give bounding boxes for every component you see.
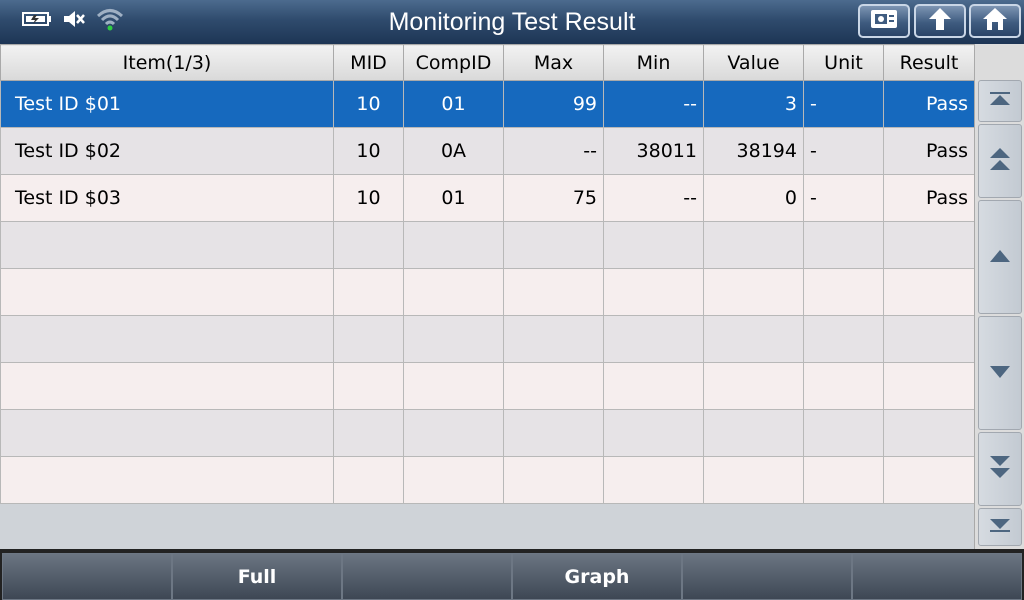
table-row[interactable]: Test ID $02 10 0A -- 38011 38194 - Pass <box>0 127 975 175</box>
scroll-bottom-icon <box>988 517 1012 537</box>
col-header-value[interactable]: Value <box>703 44 804 81</box>
cell-item: Test ID $02 <box>0 127 334 175</box>
cell-max: 75 <box>503 174 604 222</box>
empty-row <box>0 409 975 457</box>
graph-button[interactable]: Graph <box>512 553 682 600</box>
cell-min: -- <box>603 80 704 128</box>
empty-row <box>0 221 975 269</box>
double-up-icon <box>988 146 1012 176</box>
cell-mid: 10 <box>333 80 404 128</box>
cell-result: Pass <box>883 127 975 175</box>
results-table: Item(1/3) MID CompID Max Min Value Unit … <box>0 44 975 549</box>
cell-item: Test ID $03 <box>0 174 334 222</box>
empty-row <box>0 315 975 363</box>
empty-row <box>0 362 975 410</box>
cell-unit: - <box>803 127 884 175</box>
print-icon <box>868 7 900 35</box>
col-header-result[interactable]: Result <box>883 44 975 81</box>
cell-result: Pass <box>883 174 975 222</box>
back-icon <box>926 6 954 36</box>
cell-compid: 01 <box>403 80 504 128</box>
full-button[interactable]: Full <box>172 553 342 600</box>
cell-unit: - <box>803 80 884 128</box>
scroll-bottom-button[interactable] <box>978 508 1022 546</box>
down-arrow-icon <box>989 364 1011 383</box>
double-down-icon <box>988 454 1012 484</box>
print-button[interactable] <box>858 4 910 38</box>
footer-button-6[interactable] <box>852 553 1022 600</box>
col-header-min[interactable]: Min <box>603 44 704 81</box>
cell-value: 38194 <box>703 127 804 175</box>
cell-compid: 0A <box>403 127 504 175</box>
empty-row <box>0 456 975 504</box>
cell-min: 38011 <box>603 127 704 175</box>
cell-max: -- <box>503 127 604 175</box>
page-down-button[interactable] <box>978 432 1022 506</box>
cell-value: 0 <box>703 174 804 222</box>
scroll-panel <box>974 44 1024 549</box>
home-icon <box>981 6 1009 36</box>
cell-unit: - <box>803 174 884 222</box>
col-header-compid[interactable]: CompID <box>403 44 504 81</box>
cell-item: Test ID $01 <box>0 80 334 128</box>
scroll-up-button[interactable] <box>978 200 1022 314</box>
col-header-item[interactable]: Item(1/3) <box>0 44 334 81</box>
col-header-unit[interactable]: Unit <box>803 44 884 81</box>
footer-button-5[interactable] <box>682 553 852 600</box>
page-up-button[interactable] <box>978 124 1022 198</box>
empty-row <box>0 268 975 316</box>
cell-max: 99 <box>503 80 604 128</box>
footer-bar: Full Graph <box>0 549 1024 600</box>
cell-result: Pass <box>883 80 975 128</box>
scroll-top-icon <box>988 91 1012 111</box>
home-button[interactable] <box>969 4 1021 38</box>
back-button[interactable] <box>914 4 966 38</box>
footer-button-1[interactable] <box>2 553 172 600</box>
cell-value: 3 <box>703 80 804 128</box>
title-bar: Monitoring Test Result <box>0 0 1024 44</box>
table-header-row: Item(1/3) MID CompID Max Min Value Unit … <box>0 44 975 81</box>
up-arrow-icon <box>989 248 1011 267</box>
scroll-down-button[interactable] <box>978 316 1022 430</box>
table-row[interactable]: Test ID $03 10 01 75 -- 0 - Pass <box>0 174 975 222</box>
cell-compid: 01 <box>403 174 504 222</box>
cell-mid: 10 <box>333 174 404 222</box>
cell-min: -- <box>603 174 704 222</box>
footer-button-3[interactable] <box>342 553 512 600</box>
col-header-max[interactable]: Max <box>503 44 604 81</box>
scroll-top-button[interactable] <box>978 80 1022 122</box>
table-row[interactable]: Test ID $01 10 01 99 -- 3 - Pass <box>0 80 975 128</box>
col-header-mid[interactable]: MID <box>333 44 404 81</box>
cell-mid: 10 <box>333 127 404 175</box>
